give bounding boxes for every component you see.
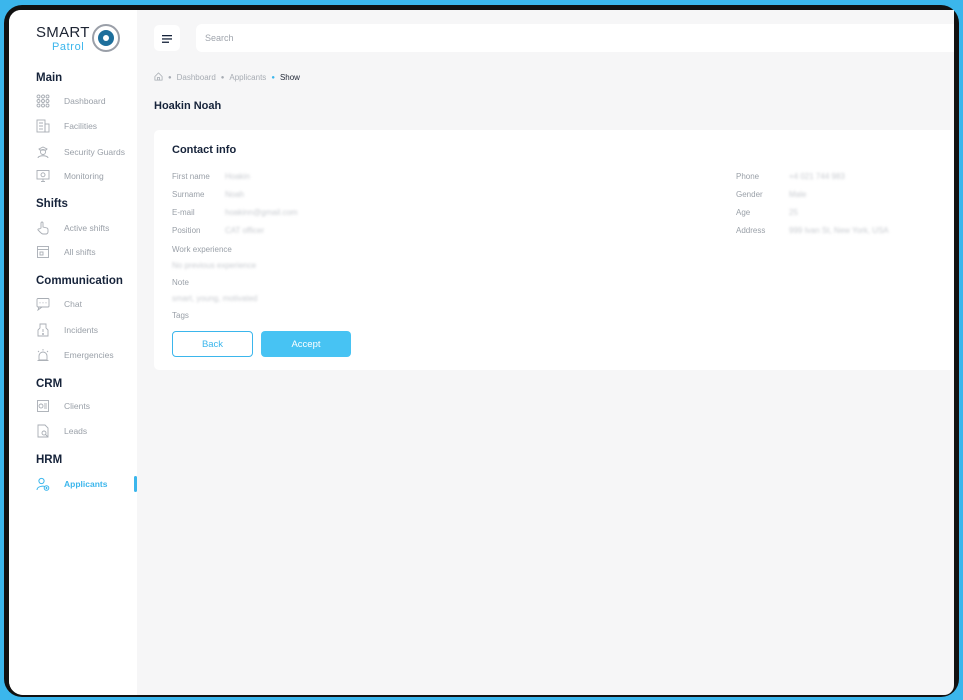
sidebar-item-security-guards[interactable]: Security Guards xyxy=(36,142,137,162)
logo-primary-text: SMART xyxy=(36,24,90,41)
home-icon[interactable] xyxy=(154,72,163,83)
breadcrumb-separator: ● xyxy=(271,74,275,81)
sidebar-item-chat[interactable]: Chat xyxy=(36,294,137,314)
building-icon xyxy=(36,119,50,133)
sidebar-item-label: Leads xyxy=(64,426,88,436)
sidebar-item-label: Active shifts xyxy=(64,223,110,233)
calendar-icon xyxy=(36,245,50,259)
sidebar-item-label: Clients xyxy=(64,401,90,411)
note-label: Note xyxy=(172,278,189,287)
field-label: First name xyxy=(172,172,210,181)
work-experience-value: No previous experience xyxy=(172,261,257,270)
field-value: Hoakin xyxy=(225,172,250,181)
sidebar-item-label: Security Guards xyxy=(64,147,125,157)
note-value: smart, young, motivated xyxy=(172,294,258,303)
sidebar-item-clients[interactable]: Clients xyxy=(36,396,137,416)
field-value: 999 Ivan St, New York, USA xyxy=(789,226,889,235)
active-indicator xyxy=(134,476,137,492)
field-label: Gender xyxy=(736,190,763,199)
applicant-icon xyxy=(36,477,50,491)
sidebar-item-incidents[interactable]: Incidents xyxy=(36,320,137,340)
siren-icon xyxy=(36,348,50,362)
guard-icon xyxy=(36,145,50,159)
field-label: E-mail xyxy=(172,208,195,217)
clients-icon xyxy=(36,399,50,413)
sidebar-item-label: Facilities xyxy=(64,121,98,131)
field-phone: Phone +4 021 744 983 xyxy=(736,172,845,181)
sidebar-item-facilities[interactable]: Facilities xyxy=(36,116,137,136)
sidebar: SMART Patrol Main Dashboard Facilities S… xyxy=(9,10,137,695)
field-value: Male xyxy=(789,190,807,199)
sidebar-item-dashboard[interactable]: Dashboard xyxy=(36,91,137,111)
tags-label: Tags xyxy=(172,311,189,320)
back-button[interactable]: Back xyxy=(172,331,253,357)
grid-icon xyxy=(36,94,50,108)
field-label: Age xyxy=(736,208,751,217)
field-label: Address xyxy=(736,226,766,235)
breadcrumb: ● Dashboard ● Applicants ● Show xyxy=(154,72,300,83)
eye-logo-icon xyxy=(92,24,120,52)
sidebar-item-emergencies[interactable]: Emergencies xyxy=(36,345,137,365)
field-first-name: First name Hoakin xyxy=(172,172,250,181)
leads-icon xyxy=(36,424,50,438)
field-label: Phone xyxy=(736,172,760,181)
sidebar-item-applicants[interactable]: Applicants xyxy=(36,474,137,494)
card-title: Contact info xyxy=(172,144,237,156)
sidebar-item-label: Chat xyxy=(64,299,82,309)
field-value: 25 xyxy=(789,208,798,217)
app-screen: SMART Patrol Main Dashboard Facilities S… xyxy=(9,10,954,695)
sidebar-item-monitoring[interactable]: Monitoring xyxy=(36,166,137,186)
sidebar-item-label: Applicants xyxy=(64,479,108,489)
sidebar-item-label: Incidents xyxy=(64,325,99,335)
field-value: +4 021 744 983 xyxy=(789,172,845,181)
menu-toggle-button[interactable] xyxy=(154,25,180,51)
sidebar-item-label: Dashboard xyxy=(64,96,106,106)
contact-info-card: Contact info First name Hoakin Surname N… xyxy=(154,130,954,370)
section-title-crm: CRM xyxy=(36,378,63,390)
field-address: Address 999 Ivan St, New York, USA xyxy=(736,226,889,235)
field-label: Surname xyxy=(172,190,205,199)
sidebar-item-active-shifts[interactable]: Active shifts xyxy=(36,218,137,238)
sidebar-item-all-shifts[interactable]: All shifts xyxy=(36,242,137,262)
breadcrumb-item-dashboard[interactable]: Dashboard xyxy=(177,73,216,82)
monitor-icon xyxy=(36,169,50,183)
field-age: Age 25 xyxy=(736,208,798,217)
field-value: CAT officer xyxy=(225,226,265,235)
work-experience-label: Work experience xyxy=(172,245,232,254)
accept-button[interactable]: Accept xyxy=(261,331,351,357)
field-email: E-mail hoakinn@gmail.com xyxy=(172,208,298,217)
breadcrumb-item-applicants[interactable]: Applicants xyxy=(229,73,266,82)
field-surname: Surname Noah xyxy=(172,190,244,199)
breadcrumb-current: Show xyxy=(279,73,300,82)
section-title-shifts: Shifts xyxy=(36,198,68,210)
hamburger-icon xyxy=(162,31,172,46)
section-title-communication: Communication xyxy=(36,275,123,287)
breadcrumb-separator: ● xyxy=(168,74,172,81)
field-label: Position xyxy=(172,226,201,235)
chat-icon xyxy=(36,297,50,311)
field-value: Noah xyxy=(225,190,245,199)
sidebar-item-label: All shifts xyxy=(64,247,96,257)
field-value: hoakinn@gmail.com xyxy=(225,208,298,217)
sidebar-item-label: Monitoring xyxy=(64,171,104,181)
section-title-hrm: HRM xyxy=(36,454,63,466)
sidebar-item-label: Emergencies xyxy=(64,350,114,360)
hand-pointer-icon xyxy=(36,221,50,235)
field-position: Position CAT officer xyxy=(172,226,264,235)
breadcrumb-separator: ● xyxy=(220,74,225,81)
field-gender: Gender Male xyxy=(736,190,806,199)
sidebar-item-leads[interactable]: Leads xyxy=(36,421,137,441)
section-title-main: Main xyxy=(36,72,63,84)
search-input[interactable] xyxy=(196,24,954,52)
logo-secondary-text: Patrol xyxy=(52,41,85,53)
page-title: Hoakin Noah xyxy=(154,100,222,112)
incident-icon xyxy=(36,323,50,337)
